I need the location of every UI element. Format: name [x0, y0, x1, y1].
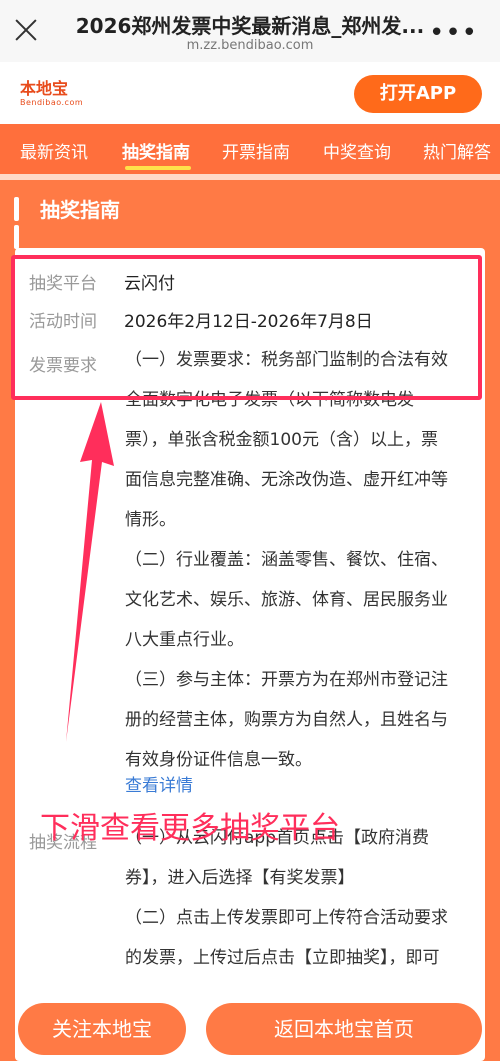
back-home-button[interactable]: 返回本地宝首页 [206, 1003, 482, 1055]
arrow-icon [66, 402, 114, 742]
scroll-hint-caption: 下滑查看更多抽奖平台 [40, 811, 340, 846]
follow-button[interactable]: 关注本地宝 [18, 1003, 186, 1055]
